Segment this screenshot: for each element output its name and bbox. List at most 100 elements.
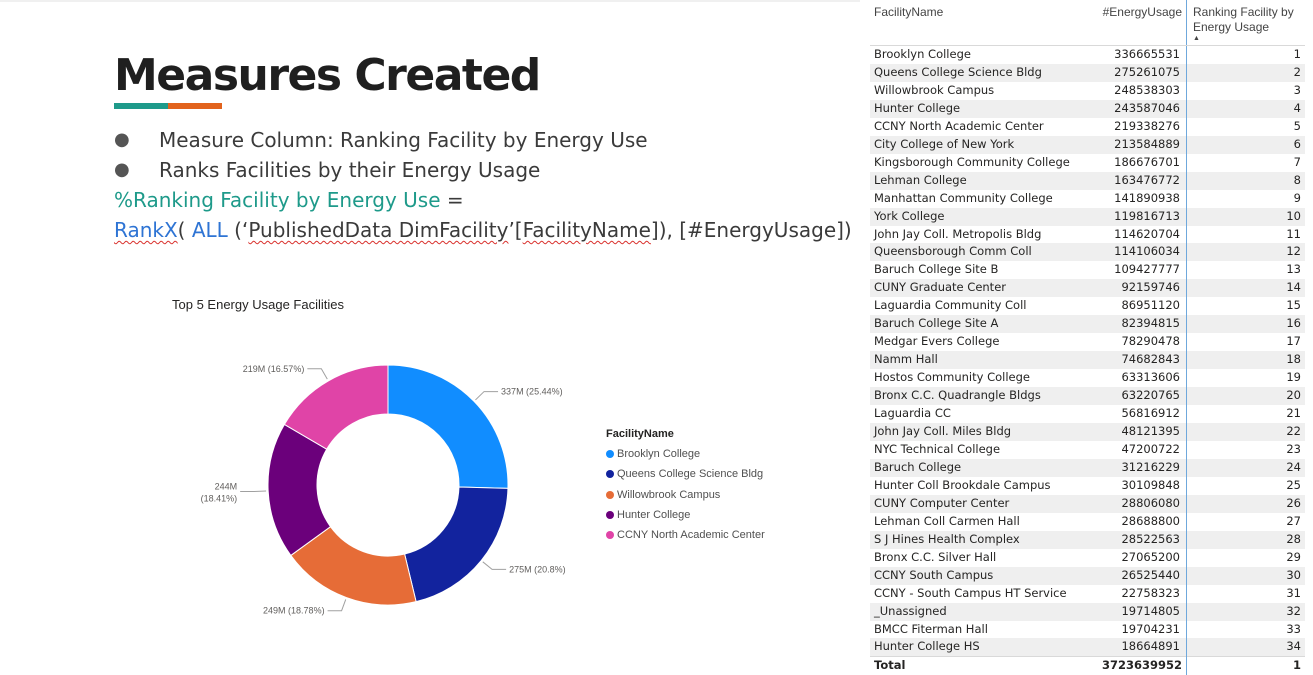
energy-usage-cell: 26525440 — [1098, 566, 1187, 585]
ranking-cell: 10 — [1186, 207, 1305, 226]
table-row[interactable]: Namm Hall 74682843 18 — [870, 351, 1305, 370]
table-row[interactable]: Bronx C.C. Quadrangle Bldgs 63220765 20 — [870, 387, 1305, 406]
table-row[interactable]: Queensborough Comm Coll 114106034 12 — [870, 243, 1305, 262]
energy-usage-cell: 243587046 — [1098, 99, 1187, 118]
energy-usage-cell: 275261075 — [1098, 63, 1187, 82]
chart-legend: FacilityName Brooklyn College Queens Col… — [606, 428, 765, 545]
table-header-row: FacilityName #EnergyUsage Ranking Facili… — [870, 0, 1305, 46]
ranking-cell: 11 — [1286, 226, 1301, 241]
donut-slice[interactable] — [404, 486, 509, 603]
legend-item[interactable]: CCNY North Academic Center — [606, 525, 765, 545]
table-row[interactable]: Brooklyn College 336665531 1 — [870, 45, 1305, 64]
legend-item[interactable]: Willowbrook Campus — [606, 485, 765, 505]
table-row[interactable]: Hunter College 243587046 4 — [870, 99, 1305, 118]
ranking-cell: 7 — [1293, 154, 1301, 169]
table-row[interactable]: Hunter Coll Brookdale Campus 30109848 25 — [870, 476, 1305, 495]
table-row[interactable]: Lehman College 163476772 8 — [870, 171, 1305, 190]
table-row[interactable]: Willowbrook Campus 248538303 3 — [870, 81, 1305, 100]
energy-usage-cell: 30109848 — [1098, 476, 1187, 495]
legend-label: CCNY North Academic Center — [617, 529, 765, 542]
column-header-ranking[interactable]: Ranking Facility by Energy Usage ▲ — [1186, 0, 1305, 46]
facility-name-cell: Medgar Evers College — [874, 334, 1000, 349]
facility-name-cell: CUNY Computer Center — [870, 494, 1098, 513]
table-row[interactable]: Baruch College 31216229 24 — [870, 458, 1305, 477]
legend-item[interactable]: Hunter College — [606, 505, 765, 525]
table-row[interactable]: York College 119816713 10 — [870, 207, 1305, 226]
table-row[interactable]: Lehman Coll Carmen Hall 28688800 27 — [870, 512, 1305, 531]
column-header-facility[interactable]: FacilityName — [870, 0, 1098, 46]
ranking-cell: 14 — [1186, 279, 1305, 298]
ranking-cell: 25 — [1286, 477, 1301, 492]
energy-usage-cell: 186676701 — [1098, 153, 1187, 172]
table-row[interactable]: CCNY - South Campus HT Service 22758323 31 — [870, 584, 1305, 603]
table-row[interactable]: City College of New York 213584889 6 — [870, 135, 1305, 154]
legend-item[interactable]: Brooklyn College — [606, 444, 765, 464]
facility-name-cell: Hunter College — [870, 99, 1098, 118]
ranking-cell: 8 — [1186, 171, 1305, 190]
facility-name-cell: Hunter College HS — [870, 638, 1098, 657]
ranking-cell: 16 — [1186, 315, 1305, 334]
energy-usage-cell: 92159746 — [1098, 279, 1187, 298]
bullet-dot-icon: ● — [114, 159, 130, 180]
legend-label: Willowbrook Campus — [617, 488, 721, 501]
ranking-cell: 17 — [1286, 334, 1301, 349]
title-underline-orange — [168, 103, 222, 109]
facility-name-cell: CCNY North Academic Center — [874, 118, 1044, 133]
measure-name: %Ranking Facility by Energy Use — [114, 188, 441, 212]
ranking-cell: 19 — [1286, 370, 1301, 385]
chart-title: Top 5 Energy Usage Facilities — [172, 297, 344, 312]
facility-name-cell: York College — [870, 207, 1098, 226]
table-row[interactable]: CUNY Computer Center 28806080 26 — [870, 494, 1305, 513]
energy-usage-cell: 74682843 — [1098, 351, 1187, 370]
data-label: 275M (20.8%) — [509, 564, 566, 574]
table-row[interactable]: Laguardia CC 56816912 21 — [870, 405, 1305, 424]
table-row[interactable]: CCNY North Academic Center 219338276 5 — [870, 117, 1305, 136]
ranking-cell: 32 — [1186, 602, 1305, 621]
legend-item[interactable]: Queens College Science Bldg — [606, 464, 765, 484]
bullet-text: Ranks Facilities by their Energy Usage — [159, 158, 541, 182]
leader-line — [475, 391, 499, 401]
facility-name-cell: John Jay Coll. Miles Bldg — [870, 423, 1098, 441]
table-row[interactable]: John Jay Coll. Metropolis Bldg 114620704 1… — [870, 225, 1305, 244]
table-row[interactable]: Baruch College Site A 82394815 16 — [870, 315, 1305, 334]
table-row[interactable]: CCNY South Campus 26525440 30 — [870, 566, 1305, 585]
table-row[interactable]: Kingsborough Community College 186676701 7 — [870, 153, 1305, 172]
table-row[interactable]: Baruch College Site B 109427777 13 — [870, 261, 1305, 280]
table-row[interactable]: BMCC Fiterman Hall 19704231 33 — [870, 620, 1305, 639]
table-row[interactable]: John Jay Coll. Miles Bldg 48121395 22 — [870, 423, 1305, 441]
bullet-item: ● Measure Column: Ranking Facility by En… — [114, 126, 648, 156]
table-row[interactable]: Bronx C.C. Silver Hall 27065200 29 — [870, 548, 1305, 567]
table-row[interactable]: _Unassigned 19714805 32 — [870, 602, 1305, 621]
energy-usage-cell: 31216229 — [1098, 458, 1187, 477]
donut-chart[interactable]: 337M (25.44%) 275M (20.8%) 249M (18.78%) 24… — [180, 330, 580, 630]
ranking-cell: 34 — [1186, 638, 1305, 657]
sort-ascending-icon[interactable]: ▲ — [1193, 35, 1301, 42]
legend-label: Hunter College — [617, 509, 691, 522]
formula-table-ref: PublishedData DimFacility — [248, 218, 509, 242]
total-ranking: 1 — [1186, 656, 1305, 675]
total-energy-usage: 3723639952 — [1098, 656, 1187, 675]
ranking-cell: 3 — [1293, 82, 1301, 97]
table-row[interactable]: NYC Technical College 47200722 23 — [870, 440, 1305, 459]
facility-name-cell: Hunter Coll Brookdale Campus — [874, 477, 1051, 492]
ranking-cell: 33 — [1286, 621, 1301, 636]
ranking-cell: 23 — [1286, 441, 1301, 456]
table-row[interactable]: Medgar Evers College 78290478 17 — [870, 333, 1305, 352]
table-row[interactable]: Manhattan Community College 141890938 9 — [870, 189, 1305, 208]
table-row[interactable]: Queens College Science Bldg 275261075 2 — [870, 63, 1305, 82]
energy-usage-cell: 109427777 — [1098, 261, 1187, 280]
column-header-energy-usage[interactable]: #EnergyUsage — [1098, 0, 1187, 46]
table-row[interactable]: Laguardia Community Coll 86951120 15 — [870, 297, 1305, 316]
table-row[interactable]: Hostos Community College 63313606 19 — [870, 369, 1305, 388]
legend-swatch — [606, 511, 614, 520]
table-row[interactable]: CUNY Graduate Center 92159746 14 — [870, 279, 1305, 298]
energy-usage-cell: 28806080 — [1098, 494, 1187, 513]
donut-slice[interactable] — [387, 364, 509, 489]
facility-name-cell: Laguardia Community Coll — [874, 298, 1027, 313]
data-label: 249M (18.78%) — [263, 606, 325, 616]
table-row[interactable]: Hunter College HS 18664891 34 — [870, 638, 1305, 657]
table-row[interactable]: S J Hines Health Complex 28522563 28 — [870, 530, 1305, 549]
table-total-row: Total 3723639952 1 — [870, 656, 1305, 675]
energy-usage-cell: 114106034 — [1098, 243, 1187, 262]
ranking-cell: 5 — [1293, 118, 1301, 133]
